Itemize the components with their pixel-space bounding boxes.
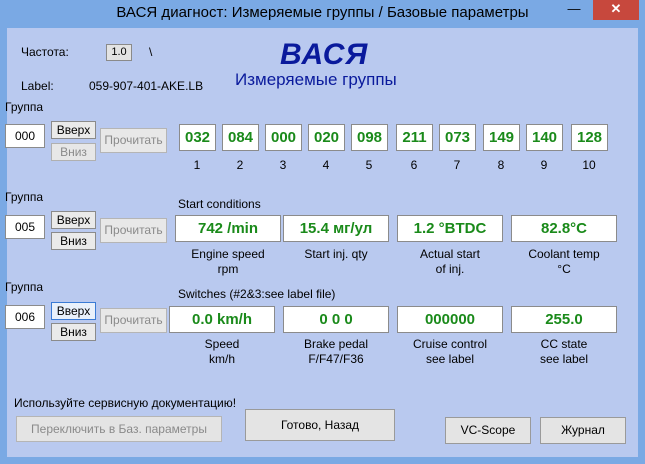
measured-value: 0 0 0	[283, 306, 389, 333]
app-brand: ВАСЯ	[280, 38, 369, 71]
main-panel: Частота: 1.0 \ Label: 059-907-401-AKE.LB…	[5, 28, 638, 457]
field-index: 9	[540, 158, 548, 172]
measured-value: 000	[265, 124, 302, 151]
done-back-button[interactable]: Готово, Назад	[245, 409, 395, 441]
group-number-input[interactable]: 006	[5, 305, 45, 329]
measured-value: 211	[396, 124, 433, 151]
measured-value: 149	[483, 124, 520, 151]
value-caption: Start inj. qty	[304, 247, 368, 261]
group-heading: Switches (#2&3:see label file)	[178, 287, 336, 301]
vc-scope-button[interactable]: VC-Scope	[445, 417, 531, 444]
field-index: 6	[410, 158, 418, 172]
measured-value: 032	[179, 124, 216, 151]
value-caption: Actual start of inj.	[419, 247, 481, 276]
log-button[interactable]: Журнал	[540, 417, 626, 444]
read-button[interactable]: Прочитать	[100, 308, 167, 333]
group-down-button[interactable]: Вниз	[51, 323, 96, 341]
measured-value: 255.0	[511, 306, 617, 333]
measured-value: 073	[439, 124, 476, 151]
group-label: Группа	[5, 280, 44, 294]
measured-value: 098	[351, 124, 388, 151]
measured-value: 128	[571, 124, 608, 151]
value-caption: Speed km/h	[204, 337, 240, 366]
switch-to-basic-params-button[interactable]: Переключить в Баз. параметры	[16, 416, 222, 442]
frequency-separator: \	[149, 45, 153, 59]
value-caption: Coolant temp °C	[528, 247, 600, 276]
page-subtitle: Измеряемые группы	[235, 70, 397, 89]
measured-value: 15.4 мг/ул	[283, 215, 389, 242]
measured-value: 742 /min	[175, 215, 281, 242]
group-number-input[interactable]: 000	[5, 124, 45, 148]
field-index: 3	[279, 158, 287, 172]
measured-value: 140	[526, 124, 563, 151]
measured-value: 020	[308, 124, 345, 151]
window-title: ВАСЯ диагност: Измеряемые группы / Базов…	[116, 4, 529, 21]
measured-value: 000000	[397, 306, 503, 333]
field-index: 7	[453, 158, 461, 172]
group-heading: Start conditions	[178, 197, 261, 211]
group-label: Группа	[5, 100, 44, 114]
field-index: 1	[193, 158, 201, 172]
read-button[interactable]: Прочитать	[100, 218, 167, 243]
frequency-label: Частота:	[21, 45, 69, 59]
group-number-input[interactable]: 005	[5, 215, 45, 239]
group-up-button[interactable]: Вверх	[51, 211, 96, 229]
label-label: Label:	[21, 79, 54, 93]
close-button[interactable]: ✕	[593, 0, 639, 20]
label-file-value: 059-907-401-AKE.LB	[89, 79, 204, 93]
field-index: 5	[365, 158, 373, 172]
service-notice: Используйте сервисную документацию!	[14, 396, 237, 410]
value-caption: CC state see label	[539, 337, 589, 366]
measured-value: 1.2 °BTDC	[397, 215, 503, 242]
field-index: 8	[497, 158, 505, 172]
measured-value: 084	[222, 124, 259, 151]
group-label: Группа	[5, 190, 44, 204]
measured-value: 82.8°C	[511, 215, 617, 242]
group-down-button[interactable]: Вниз	[51, 232, 96, 250]
title-bar[interactable]: ВАСЯ диагност: Измеряемые группы / Базов…	[0, 0, 645, 28]
frequency-value: 1.0	[106, 44, 132, 61]
group-down-button[interactable]: Вниз	[51, 143, 96, 161]
group-up-button[interactable]: Вверх	[51, 302, 96, 320]
read-button[interactable]: Прочитать	[100, 128, 167, 153]
field-index: 10	[582, 158, 596, 172]
value-caption: Brake pedal F/F47/F36	[303, 337, 369, 366]
minimize-button[interactable]: —	[561, 0, 587, 20]
field-index: 2	[236, 158, 244, 172]
group-up-button[interactable]: Вверх	[51, 121, 96, 139]
value-caption: Cruise control see label	[412, 337, 488, 366]
measured-value: 0.0 km/h	[169, 306, 275, 333]
field-index: 4	[322, 158, 330, 172]
value-caption: Engine speed rpm	[191, 247, 265, 276]
